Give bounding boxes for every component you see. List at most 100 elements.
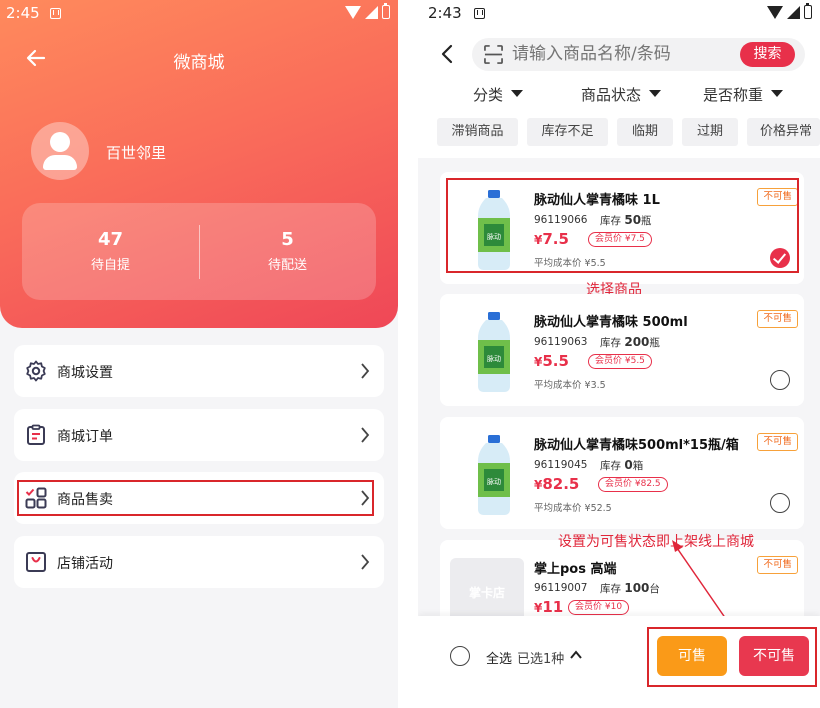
member-price-tag: 会员价 ¥10 xyxy=(568,600,630,615)
price-value: 5.5 xyxy=(542,352,569,370)
filter-label: 商品状态 xyxy=(581,86,642,104)
tag-price-abnormal[interactable]: 价格异常 xyxy=(747,118,820,146)
member-price-tag: 会员价 ¥82.5 xyxy=(598,477,668,492)
notification-icon xyxy=(50,8,61,19)
product-code: 96119007 xyxy=(534,582,588,594)
wifi-icon xyxy=(345,5,361,19)
annotation-highlight-box xyxy=(446,178,799,273)
menu-item-store-activity[interactable]: 店铺活动 xyxy=(14,536,384,588)
menu-label: 商城设置 xyxy=(57,365,113,381)
caret-down-icon xyxy=(771,90,784,97)
signal-icon xyxy=(365,5,378,19)
header-banner: 2:45 微商城 百世邻里 47 待自提 5 待配送 xyxy=(0,0,398,328)
search-input[interactable] xyxy=(512,44,732,64)
product-name: 脉动仙人掌青橘味500ml*15瓶/箱 xyxy=(534,438,739,453)
caret-down-icon xyxy=(649,90,662,97)
price-value: 82.5 xyxy=(542,475,580,493)
tag-slow-moving[interactable]: 滞销商品 xyxy=(437,118,518,146)
product-stock: 库存 200瓶 xyxy=(600,335,660,350)
stat-delivery[interactable]: 5 待配送 xyxy=(199,229,376,273)
annotation-highlight-box xyxy=(17,480,374,516)
signal-icon xyxy=(787,5,800,19)
selected-count: 已选1种 xyxy=(517,652,565,667)
status-time: 2:43 xyxy=(428,4,462,22)
scan-icon[interactable] xyxy=(484,45,503,64)
search-button[interactable]: 搜索 xyxy=(740,42,795,67)
select-checkbox[interactable] xyxy=(770,493,790,513)
chevron-right-icon xyxy=(361,363,370,379)
chevron-right-icon xyxy=(361,554,370,570)
menu-label: 商城订单 xyxy=(57,429,113,445)
price-value: 11 xyxy=(542,598,564,616)
filter-product-status[interactable]: 商品状态 xyxy=(581,84,662,105)
chevron-up-icon[interactable] xyxy=(570,649,582,661)
product-name: 脉动仙人掌青橘味 500ml xyxy=(534,315,688,330)
stock-value: 200 xyxy=(624,335,650,349)
product-code: 96119063 xyxy=(534,336,588,348)
mall-home-screen: 2:45 微商城 百世邻里 47 待自提 5 待配送 商城设置 商城订单 商品售… xyxy=(0,0,398,708)
select-checkbox[interactable] xyxy=(770,370,790,390)
stats-panel: 47 待自提 5 待配送 xyxy=(22,203,376,300)
filter-weighing[interactable]: 是否称重 xyxy=(703,84,784,105)
search-bar: 搜索 xyxy=(472,38,805,71)
annotation-hint: 设置为可售状态即上架线上商城 xyxy=(558,534,754,550)
status-tag[interactable]: 不可售 xyxy=(757,310,798,328)
battery-icon xyxy=(804,3,812,19)
shop-name: 百世邻里 xyxy=(106,144,167,162)
status-bar: 2:43 xyxy=(418,0,820,28)
gear-icon xyxy=(26,360,46,382)
page-title: 微商城 xyxy=(173,53,225,73)
svg-text:脉动: 脉动 xyxy=(487,477,501,486)
menu-label: 店铺活动 xyxy=(57,556,113,572)
select-all-label[interactable]: 全选 xyxy=(486,648,512,667)
tag-near-expiry[interactable]: 临期 xyxy=(617,118,673,146)
filter-category[interactable]: 分类 xyxy=(473,84,524,105)
stock-unit: 台 xyxy=(649,583,660,595)
stat-value: 5 xyxy=(281,229,294,250)
battery-icon xyxy=(382,3,390,19)
product-code: 96119045 xyxy=(534,459,588,471)
product-sale-screen: 2:43 搜索 分类 商品状态 是否称重 滞销商品 库存不足 临期 过期 价格异… xyxy=(418,0,820,708)
avatar[interactable] xyxy=(31,122,89,180)
stock-label: 库存 xyxy=(600,460,621,472)
filter-label: 分类 xyxy=(473,86,504,104)
member-price-tag: 会员价 ¥5.5 xyxy=(588,354,652,369)
status-tag[interactable]: 不可售 xyxy=(757,556,798,574)
wifi-icon xyxy=(767,5,783,19)
filter-label: 是否称重 xyxy=(703,86,764,104)
average-cost: 平均成本价 ¥52.5 xyxy=(534,503,612,514)
shop-bag-icon xyxy=(26,552,46,572)
product-image: 脉动 xyxy=(478,312,510,392)
stock-label: 库存 xyxy=(600,583,621,595)
stat-value: 47 xyxy=(97,229,124,250)
tag-expired[interactable]: 过期 xyxy=(682,118,738,146)
product-price: ¥5.5 xyxy=(534,352,569,370)
stock-label: 库存 xyxy=(600,337,621,349)
stat-label: 待配送 xyxy=(267,258,307,273)
select-all-checkbox[interactable] xyxy=(450,646,470,666)
average-cost: 平均成本价 ¥3.5 xyxy=(534,380,606,391)
back-chevron-icon[interactable] xyxy=(440,44,454,64)
product-name: 掌上pos 高端 xyxy=(534,562,617,577)
status-bar: 2:45 xyxy=(0,0,398,28)
product-card[interactable]: 脉动 脉动仙人掌青橘味500ml*15瓶/箱 96119045 库存 0箱 ¥8… xyxy=(440,417,804,529)
notification-icon xyxy=(474,8,485,19)
product-stock: 库存 100台 xyxy=(600,581,660,596)
status-time: 2:45 xyxy=(6,4,40,22)
status-tag[interactable]: 不可售 xyxy=(757,433,798,451)
product-card[interactable]: 脉动 脉动仙人掌青橘味 500ml 96119063 库存 200瓶 ¥5.5 … xyxy=(440,294,804,406)
annotation-highlight-box xyxy=(647,627,817,687)
tag-low-stock[interactable]: 库存不足 xyxy=(527,118,608,146)
stock-value: 100 xyxy=(624,581,650,595)
stock-unit: 箱 xyxy=(632,460,644,472)
menu-item-mall-orders[interactable]: 商城订单 xyxy=(14,409,384,461)
product-stock: 库存 0箱 xyxy=(600,458,643,473)
stock-unit: 瓶 xyxy=(649,337,660,349)
chevron-right-icon xyxy=(361,427,370,443)
stat-pickup[interactable]: 47 待自提 xyxy=(22,229,199,273)
stock-value: 0 xyxy=(624,458,633,472)
svg-text:脉动: 脉动 xyxy=(487,354,501,363)
menu-item-mall-settings[interactable]: 商城设置 xyxy=(14,345,384,397)
stat-label: 待自提 xyxy=(90,258,130,273)
product-price: ¥82.5 xyxy=(534,475,579,493)
